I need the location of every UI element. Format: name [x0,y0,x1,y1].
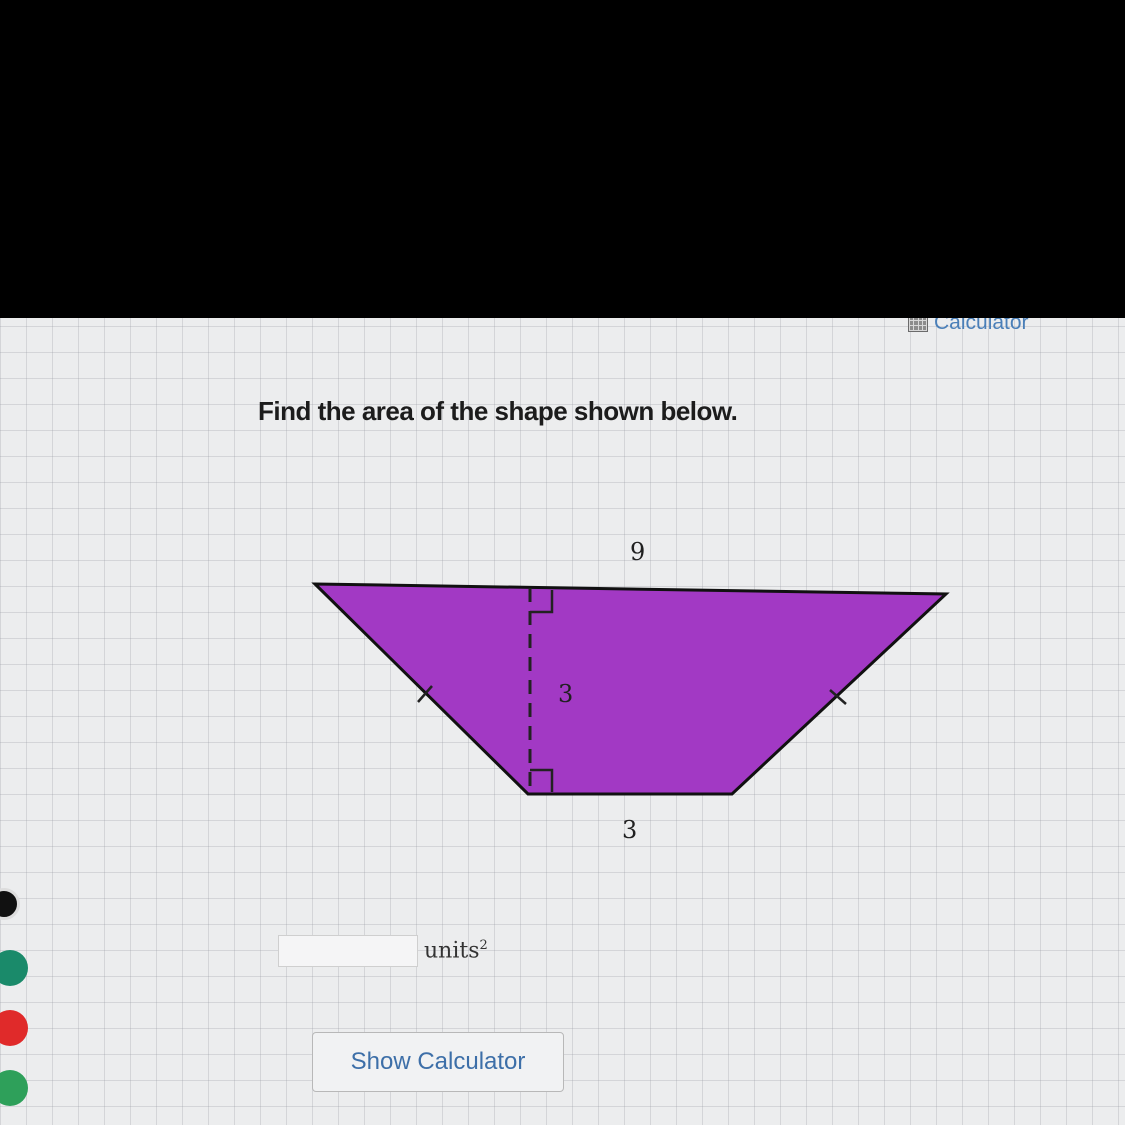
units-exponent: 2 [479,938,488,953]
answer-row: units2 [278,930,488,968]
answer-input[interactable] [278,935,418,968]
worksheet-screen: Calculator Find the area of the shape sh… [0,318,1125,1125]
top-base-label: 9 [630,538,645,566]
height-label: 3 [558,680,573,708]
show-calculator-button[interactable]: Show Calculator [312,1032,564,1092]
sidebar-tools [0,450,40,1106]
trapezoid-figure: 9 3 3 [311,538,950,844]
units-label: units2 [424,930,488,967]
units-text: units [424,938,480,964]
bottom-base-label: 3 [622,816,637,844]
trapezoid-shape [311,582,950,796]
